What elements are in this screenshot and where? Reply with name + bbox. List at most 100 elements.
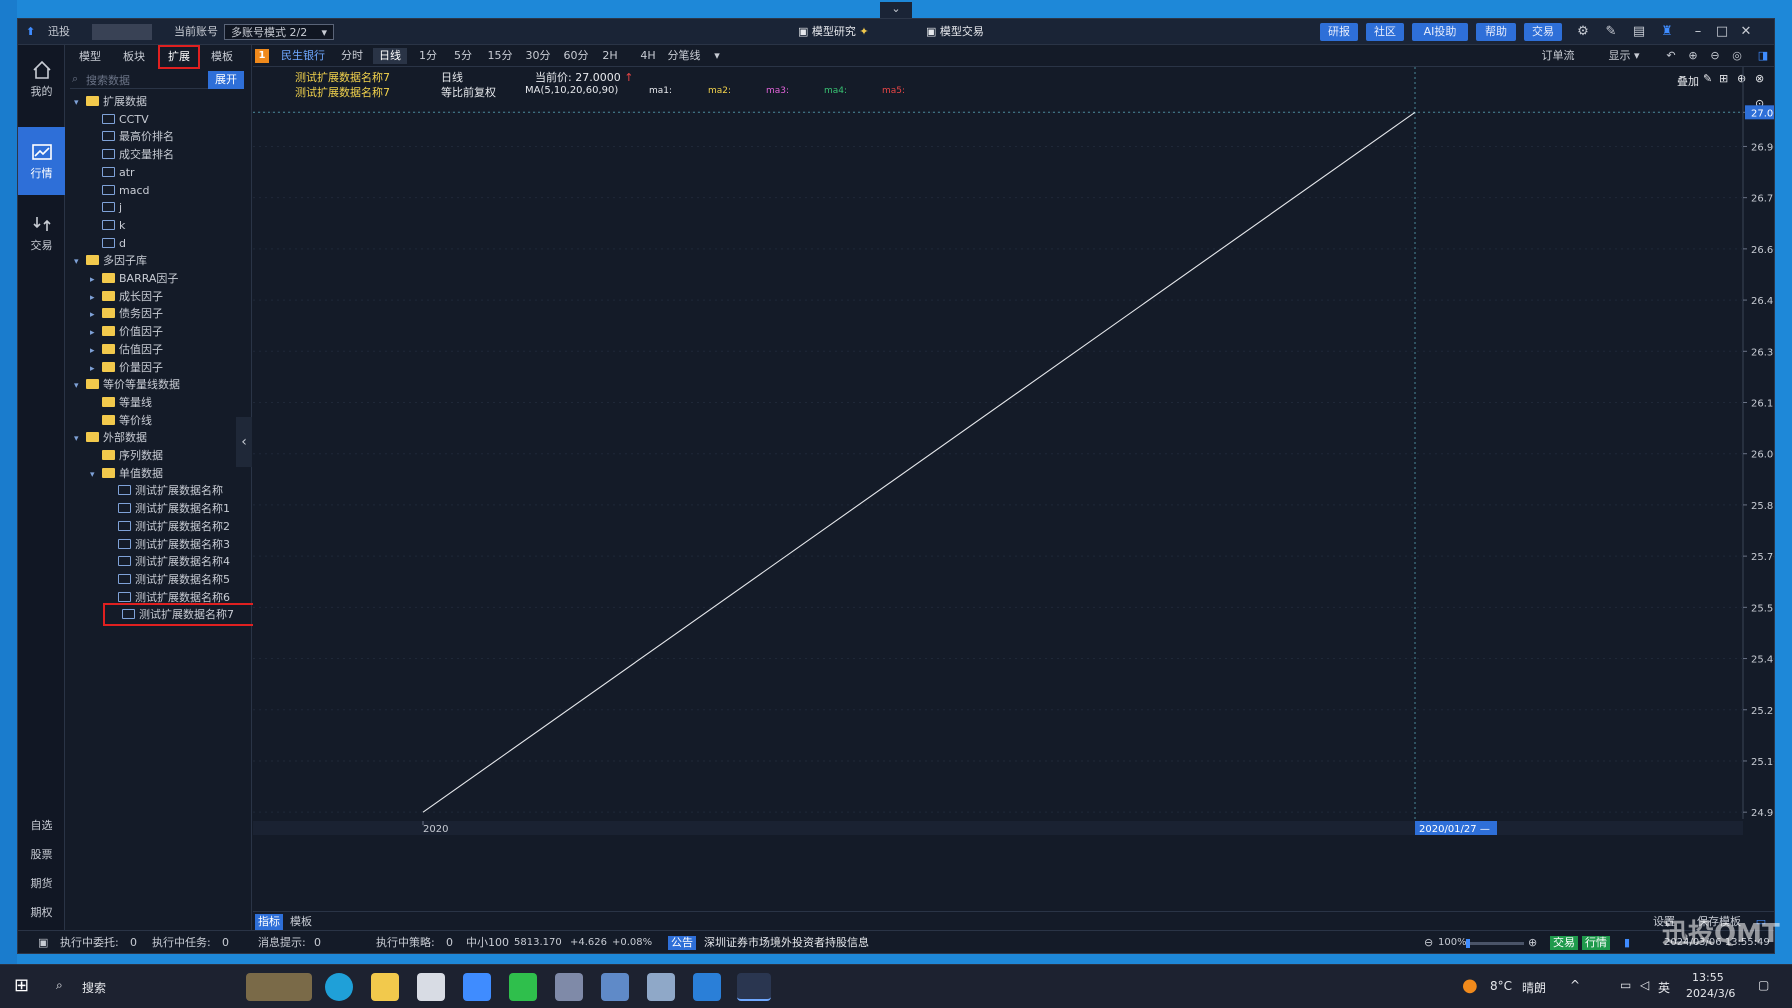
tree-item[interactable]: ▾ 扩展数据	[74, 93, 147, 110]
zoom-out-icon[interactable]: ⊖	[1707, 48, 1723, 64]
edge-icon[interactable]	[325, 973, 353, 1001]
close-icon[interactable]: ✕	[1736, 22, 1756, 42]
layout-icon[interactable]: ▤	[1629, 22, 1649, 42]
nav-options[interactable]: 期权	[18, 904, 65, 920]
stock-name[interactable]: 民生银行	[273, 48, 333, 64]
tree-item[interactable]: ▸ 估值因子	[90, 341, 163, 358]
tree-arrow-icon[interactable]: ▸	[90, 272, 102, 289]
period-button[interactable]: 30分	[523, 48, 553, 64]
tree-arrow-icon[interactable]: ▾	[74, 254, 86, 271]
tree-item[interactable]: 测试扩展数据名称5	[106, 571, 230, 588]
tree-item[interactable]: ▸ BARRA因子	[90, 270, 178, 287]
nav-watchlist[interactable]: 自选	[18, 817, 65, 833]
period-button[interactable]: 2H	[597, 48, 623, 64]
notification-icon[interactable]: ▢	[1758, 978, 1769, 992]
tab-template[interactable]: 模板	[204, 47, 240, 67]
display-button[interactable]: 显示 ▾	[1599, 48, 1649, 64]
tree-item[interactable]: ▾ 外部数据	[74, 429, 147, 446]
nav-item-quotes[interactable]: 行情	[18, 127, 65, 195]
period-button[interactable]: 15分	[485, 48, 515, 64]
period-button[interactable]: 1分	[413, 48, 443, 64]
ime-indicator[interactable]: 英	[1658, 979, 1670, 996]
period-button[interactable]: 5分	[449, 48, 477, 64]
tree-item[interactable]: 测试扩展数据名称	[106, 482, 223, 499]
tab-extension[interactable]: 扩展	[158, 45, 200, 69]
notice-text[interactable]: 深圳证券市场境外投资者持股信息	[704, 936, 869, 950]
top-button-2[interactable]: AI投助	[1412, 23, 1468, 41]
tree-item[interactable]: j	[90, 199, 122, 216]
taskbar-search[interactable]: 搜索	[82, 979, 106, 996]
zoom-in-small-icon[interactable]: ⊕	[1528, 936, 1537, 950]
expand-button[interactable]: 展开	[208, 71, 244, 89]
xuntou-taskbar-icon[interactable]	[737, 973, 771, 1001]
collapse-top-chevron[interactable]: ⌄	[880, 2, 912, 18]
tree-item[interactable]: ▸ 价值因子	[90, 323, 163, 340]
tree-item[interactable]: 最高价排名	[90, 128, 174, 145]
tree-arrow-icon[interactable]: ▸	[90, 290, 102, 307]
tree-item[interactable]: macd	[90, 182, 150, 199]
period-button[interactable]: 日线	[373, 48, 407, 64]
mail-icon[interactable]	[463, 973, 491, 1001]
network-icon[interactable]: ▭	[1620, 978, 1631, 992]
top-button-0[interactable]: 研报	[1320, 23, 1358, 41]
strategy-count[interactable]: 0	[446, 936, 453, 950]
app-window3-icon[interactable]	[647, 973, 675, 1001]
tree-item[interactable]: ▸ 债务因子	[90, 305, 163, 322]
tree-arrow-icon[interactable]: ▸	[90, 343, 102, 360]
widget-thumbnail-icon[interactable]	[246, 973, 312, 1001]
tree-item[interactable]: 测试扩展数据名称6	[106, 589, 230, 606]
tree-item[interactable]: ▾ 单值数据	[90, 465, 163, 482]
tab-bottom-template[interactable]: 模板	[287, 914, 315, 930]
tree-arrow-icon[interactable]: ▾	[90, 467, 102, 484]
period-button[interactable]: 分笔线	[663, 48, 705, 64]
tree-item[interactable]: 等价线	[90, 412, 152, 429]
price-chart[interactable]: 27.0000 26.9000 26.7500 26.6000 26.4500 26.30…	[253, 67, 1775, 909]
file-explorer-icon[interactable]	[371, 973, 399, 1001]
window-index-badge[interactable]: 1	[255, 49, 269, 63]
taskbar-search-icon[interactable]: ⌕	[56, 978, 63, 993]
tree-item[interactable]: ▸ 价量因子	[90, 359, 163, 376]
zoom-in-icon[interactable]: ⊕	[1685, 48, 1701, 64]
tab-sector[interactable]: 板块	[116, 47, 152, 67]
tree-arrow-icon[interactable]: ▾	[74, 431, 86, 448]
side-panel-icon[interactable]: ◨	[1755, 48, 1771, 64]
nav-futures[interactable]: 期货	[18, 875, 65, 891]
tree-item[interactable]: atr	[90, 164, 135, 181]
more-periods-chevron-icon[interactable]: ▾	[711, 48, 723, 64]
zoom-out-small-icon[interactable]: ⊖	[1424, 936, 1433, 950]
store-icon[interactable]	[417, 973, 445, 1001]
msg-count[interactable]: 0	[314, 936, 321, 950]
tab-model[interactable]: 模型	[72, 47, 108, 67]
period-button[interactable]: 60分	[561, 48, 591, 64]
tree-arrow-icon[interactable]: ▾	[74, 378, 86, 395]
trade-status-button[interactable]: 交易	[1550, 936, 1578, 950]
period-button[interactable]: 分时	[337, 48, 367, 64]
zoom-slider-thumb[interactable]	[1466, 939, 1470, 948]
tree-item[interactable]: 测试扩展数据名称3	[106, 536, 230, 553]
nav-item-mine[interactable]: 我的	[18, 51, 65, 107]
minimize-icon[interactable]: –	[1688, 22, 1708, 42]
vscode-icon[interactable]	[693, 973, 721, 1001]
account-mode-select[interactable]: 多账号模式 2/2 ▾	[224, 24, 334, 40]
tree-item[interactable]: CCTV	[90, 111, 149, 128]
volume-icon[interactable]: ◁	[1640, 978, 1649, 992]
tree-item[interactable]: 测试扩展数据名称1	[106, 500, 230, 517]
model-research-link[interactable]: ▣ 模型研究 ✦	[798, 24, 869, 40]
top-button-4[interactable]: 交易	[1524, 23, 1562, 41]
tree-item[interactable]: ▾ 多因子库	[74, 252, 147, 269]
undo-icon[interactable]: ↶	[1663, 48, 1679, 64]
top-button-3[interactable]: 帮助	[1476, 23, 1516, 41]
period-button[interactable]: 4H	[635, 48, 661, 64]
tree-item[interactable]: 成交量排名	[90, 146, 174, 163]
tray-chevron-icon[interactable]: ^	[1570, 978, 1580, 992]
panel-collapse-handle[interactable]: ‹	[236, 417, 252, 467]
shirt-icon[interactable]: ♜	[1657, 22, 1677, 42]
tree-arrow-icon[interactable]: ▾	[74, 95, 86, 112]
maximize-icon[interactable]: □	[1712, 22, 1732, 42]
quote-status-button[interactable]: 行情	[1582, 936, 1610, 950]
search-input[interactable]	[86, 72, 206, 88]
tree-item[interactable]: 测试扩展数据名称2	[106, 518, 230, 535]
tree-item[interactable]: 测试扩展数据名称4	[106, 553, 230, 570]
tree-item[interactable]: 序列数据	[90, 447, 163, 464]
windows-start-icon[interactable]: ⊞	[14, 975, 29, 996]
